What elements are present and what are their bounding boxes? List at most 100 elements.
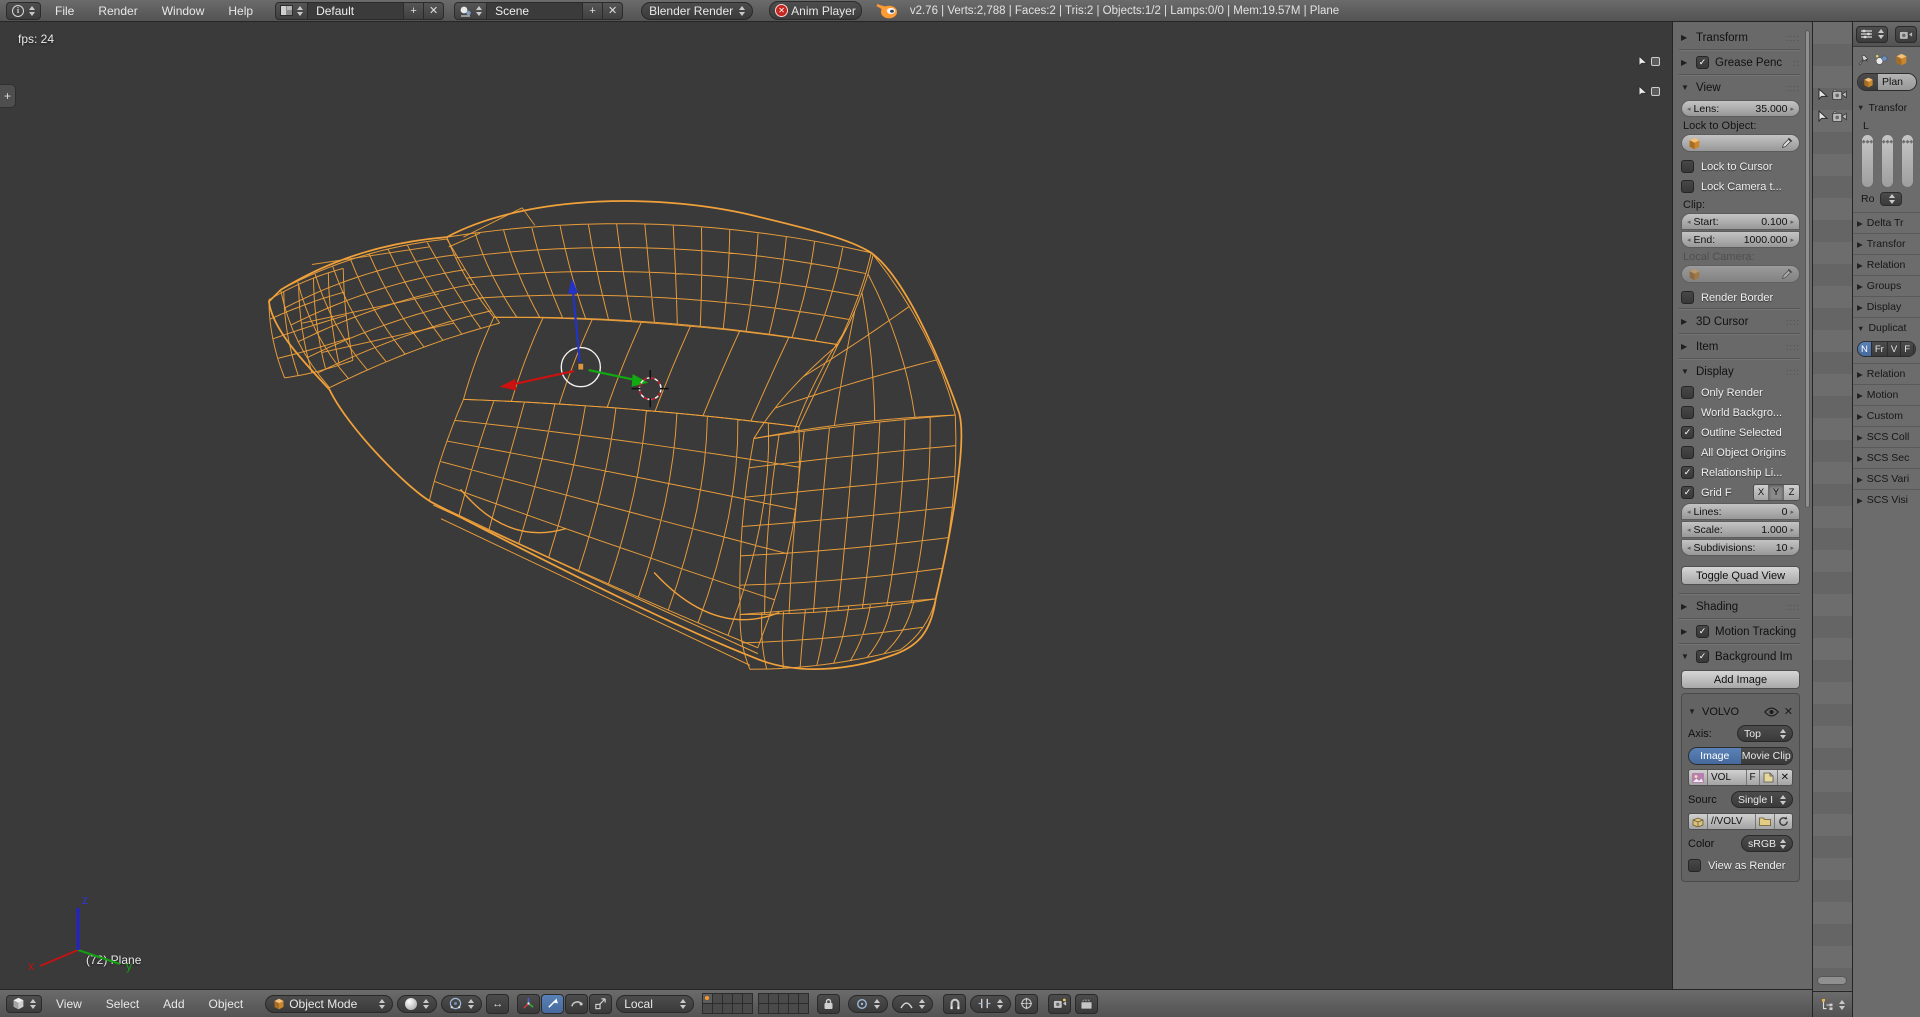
menu-help[interactable]: Help (218, 4, 263, 18)
world-background-row[interactable]: World Backgro... (1681, 403, 1800, 422)
scene-add-button[interactable]: + (583, 2, 603, 20)
decrement-arrow-icon[interactable]: ◂ (1687, 508, 1691, 516)
outliner-icon[interactable] (1821, 998, 1835, 1011)
proportional-edit-dropdown[interactable] (848, 995, 888, 1013)
increment-arrow-icon[interactable]: ▸ (1790, 544, 1794, 552)
layout-delete-button[interactable]: ✕ (424, 2, 444, 20)
world-background-checkbox[interactable] (1681, 406, 1694, 419)
panel-3d-cursor[interactable]: ▶3D Cursor:::: (1681, 311, 1800, 332)
panel-item[interactable]: ▶Item:::: (1681, 336, 1800, 357)
increment-arrow-icon[interactable]: ▸ (1790, 526, 1794, 534)
decrement-arrow-icon[interactable]: ◂ (1687, 236, 1691, 244)
image-name-field[interactable]: VOL (1708, 770, 1747, 785)
menu-select[interactable]: Select (96, 997, 149, 1011)
relationship-lines-checkbox[interactable]: ✓ (1681, 466, 1694, 479)
grid-z-toggle[interactable]: Z (1784, 485, 1799, 500)
panel-shading[interactable]: ▶Shading:::: (1681, 596, 1800, 617)
panel-delta-transform[interactable]: ▶Delta Tr (1853, 212, 1920, 233)
lock-to-cursor-checkbox[interactable] (1681, 160, 1694, 173)
clip-end-field[interactable]: ◂End:1000.000▸ (1681, 231, 1800, 248)
layout-name-field[interactable]: Default (308, 2, 404, 20)
reload-button[interactable] (1775, 814, 1792, 829)
scrollbar[interactable] (1805, 30, 1810, 508)
location-z-field[interactable]: ◆◆◆ (1901, 134, 1914, 188)
panel-scs-collision[interactable]: ▶SCS Coll (1853, 426, 1920, 447)
rotation-mode-dropdown[interactable] (1880, 192, 1902, 206)
lock-to-cursor-row[interactable]: Lock to Cursor (1681, 157, 1800, 176)
image-browse-button[interactable] (1689, 770, 1708, 785)
grid-lines-field[interactable]: ◂Lines:0▸ (1681, 503, 1800, 520)
source-dropdown[interactable]: Single I (1731, 791, 1793, 808)
toggle-quad-view-button[interactable]: Toggle Quad View (1681, 566, 1800, 585)
scene-name-field[interactable]: Scene (487, 2, 583, 20)
increment-arrow-icon[interactable]: ▸ (1790, 236, 1794, 244)
all-object-origins-row[interactable]: All Object Origins (1681, 443, 1800, 462)
location-y-field[interactable]: ◆◆◆ (1881, 134, 1894, 188)
snap-target-button[interactable] (1015, 994, 1038, 1014)
eyedropper-icon[interactable] (1781, 268, 1793, 280)
decrement-arrow-icon[interactable]: ◂ (1687, 218, 1691, 226)
render-engine-dropdown[interactable]: Blender Render (641, 2, 753, 20)
tab-image[interactable]: Image (1689, 748, 1741, 764)
grid-x-toggle[interactable]: X (1754, 485, 1769, 500)
filepath-field[interactable]: //VOLV (1708, 814, 1756, 829)
dup-none-button[interactable]: N (1858, 342, 1872, 356)
panel-background-images[interactable]: ▼✓Background Im (1681, 646, 1800, 667)
bg-image-header[interactable]: ▼ VOLVO ✕ (1688, 702, 1793, 721)
tab-render[interactable] (1895, 26, 1917, 43)
opengl-render-anim-button[interactable] (1075, 994, 1098, 1014)
selectable-cursor-icon[interactable] (1818, 110, 1828, 123)
background-images-checkbox[interactable]: ✓ (1696, 650, 1709, 663)
all-object-origins-checkbox[interactable] (1681, 446, 1694, 459)
selectable-cursor-icon[interactable] (1818, 88, 1828, 101)
panel-scs-visibility[interactable]: ▶SCS Visi (1853, 489, 1920, 510)
editor-type-button-properties[interactable] (1856, 26, 1888, 43)
scene-delete-button[interactable]: ✕ (603, 2, 623, 20)
outliner-region[interactable] (1812, 22, 1852, 1017)
manipulator-center-toggle[interactable]: ↔ (486, 994, 509, 1014)
panel-display[interactable]: ▶Display (1853, 296, 1920, 317)
render-camera-icon[interactable] (1832, 89, 1847, 100)
lock-camera-row[interactable]: Lock Camera t... (1681, 177, 1800, 196)
panel-motion-paths[interactable]: ▶Motion (1853, 384, 1920, 405)
panel-display[interactable]: ▼Display:::: (1681, 361, 1800, 382)
grid-subdivisions-field[interactable]: ◂Subdivisions:10▸ (1681, 539, 1800, 556)
scale-manipulator-button[interactable] (589, 994, 612, 1014)
panel-transform[interactable]: ▶Transform:::: (1681, 27, 1800, 48)
panel-view[interactable]: ▼View:::: (1681, 77, 1800, 98)
increment-arrow-icon[interactable]: ▸ (1790, 105, 1794, 113)
eye-icon[interactable] (1764, 707, 1779, 717)
panel-motion-tracking[interactable]: ▶✓Motion Tracking (1681, 621, 1800, 642)
dup-group-button[interactable]: G (1914, 342, 1916, 356)
layout-browse-button[interactable] (275, 2, 308, 20)
panel-scs-variants[interactable]: ▶SCS Vari (1853, 468, 1920, 489)
mode-dropdown[interactable]: Object Mode (265, 995, 393, 1013)
relationship-lines-row[interactable]: ✓Relationship Li... (1681, 463, 1800, 482)
motion-tracking-checkbox[interactable]: ✓ (1696, 625, 1709, 638)
close-icon[interactable]: ✕ (1784, 705, 1793, 718)
menu-view[interactable]: View (46, 997, 92, 1011)
increment-arrow-icon[interactable]: ▸ (1790, 218, 1794, 226)
pack-button[interactable] (1689, 814, 1708, 829)
transform-orientation-dropdown[interactable]: Local (616, 995, 694, 1013)
view-as-render-checkbox[interactable] (1688, 859, 1701, 872)
object-tab-cube-icon[interactable] (1895, 53, 1908, 66)
decrement-arrow-icon[interactable]: ◂ (1687, 526, 1691, 534)
layout-add-button[interactable]: + (404, 2, 424, 20)
dup-verts-button[interactable]: V (1888, 342, 1901, 356)
viewport-shading-dropdown[interactable] (397, 995, 437, 1013)
render-border-row[interactable]: Render Border (1681, 288, 1800, 307)
decrement-arrow-icon[interactable]: ◂ (1687, 544, 1691, 552)
open-file-button[interactable] (1756, 814, 1775, 829)
lock-camera-checkbox[interactable] (1681, 180, 1694, 193)
anim-player-button[interactable]: ✕ Anim Player (769, 1, 862, 20)
only-render-row[interactable]: Only Render (1681, 383, 1800, 402)
scene-data-icon[interactable] (1875, 54, 1889, 66)
fake-user-button[interactable]: F (1747, 770, 1760, 785)
translate-manipulator-button[interactable] (541, 994, 564, 1014)
panel-scs-section[interactable]: ▶SCS Sec (1853, 447, 1920, 468)
grid-y-toggle[interactable]: Y (1769, 485, 1784, 500)
editor-type-button-info[interactable]: i (6, 2, 41, 20)
grease-pencil-checkbox[interactable]: ✓ (1696, 56, 1709, 69)
unlink-button[interactable]: ✕ (1778, 770, 1792, 785)
